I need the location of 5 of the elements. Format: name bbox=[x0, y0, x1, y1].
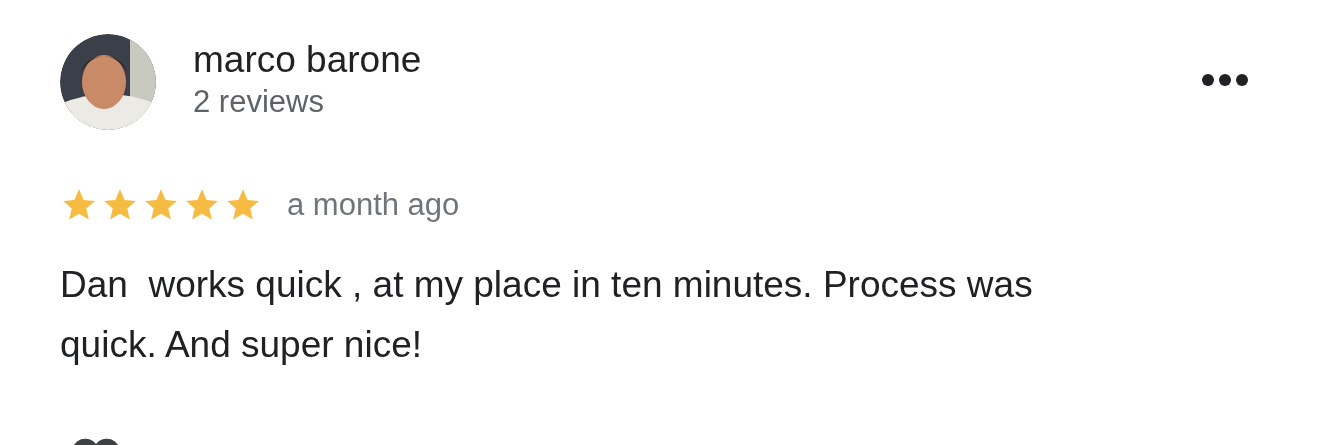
review-time: a month ago bbox=[287, 186, 460, 224]
review-text: Dan works quick , at my place in ten minutes. Process was quick. And super nice! bbox=[59, 262, 1034, 367]
author-name[interactable]: marco barone bbox=[193, 38, 422, 82]
more-options-icon[interactable] bbox=[1202, 74, 1248, 86]
review-count: 2 reviews bbox=[193, 83, 325, 121]
